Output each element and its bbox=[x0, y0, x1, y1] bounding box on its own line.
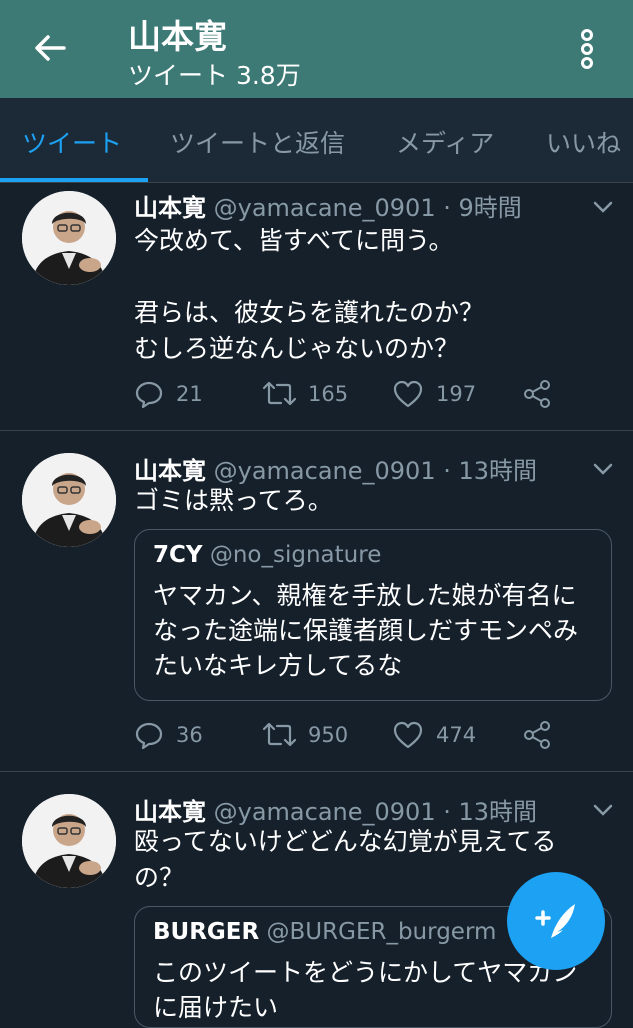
share-icon bbox=[524, 721, 550, 749]
tweet-time: · 13時間 bbox=[443, 798, 538, 826]
quoted-tweet[interactable]: 7CY @no_signature ヤマカン、親権を手放した娘が有名になった途端… bbox=[134, 529, 612, 701]
quoted-tweet-header: 7CY @no_signature bbox=[153, 542, 381, 568]
tab-tweets-and-replies[interactable]: ツイートと返信 bbox=[170, 124, 345, 160]
share-button[interactable] bbox=[522, 718, 564, 752]
retweet-count: 165 bbox=[308, 382, 349, 406]
tweet-time: · 13時間 bbox=[443, 457, 538, 485]
avatar[interactable] bbox=[22, 191, 116, 285]
avatar[interactable] bbox=[22, 794, 116, 888]
compose-tweet-button[interactable] bbox=[507, 872, 605, 970]
retweet-count: 950 bbox=[308, 723, 349, 747]
tweet-menu-button[interactable] bbox=[592, 461, 614, 475]
reply-button[interactable]: 36 bbox=[134, 718, 203, 752]
avatar[interactable] bbox=[22, 453, 116, 547]
tweet-author-name[interactable]: 山本寛 bbox=[134, 194, 206, 222]
tweet-author-handle[interactable]: @yamacane_0901 bbox=[214, 457, 436, 485]
retweet-icon bbox=[262, 722, 296, 747]
heart-icon bbox=[393, 380, 423, 408]
like-button[interactable]: 197 bbox=[392, 377, 476, 411]
like-count: 197 bbox=[436, 382, 477, 406]
retweet-button[interactable]: 165 bbox=[262, 377, 348, 411]
tweet-text: 今改めて、皆すべてに問う。 君らは、彼女らを護れたのか？ むしろ逆なんじゃないの… bbox=[134, 226, 485, 363]
reply-icon bbox=[135, 381, 163, 409]
like-count: 474 bbox=[436, 723, 477, 747]
chevron-down-icon bbox=[593, 201, 613, 213]
tweet-actions: 36 950 474 bbox=[134, 718, 614, 752]
tweet-author-handle[interactable]: @yamacane_0901 bbox=[214, 194, 436, 222]
quoted-author-handle: @BURGER_burgerm bbox=[266, 919, 497, 945]
tweet-menu-button[interactable] bbox=[592, 199, 614, 213]
tab-tweets[interactable]: ツイート bbox=[22, 124, 122, 160]
heart-icon bbox=[393, 721, 423, 749]
tab-likes[interactable]: いいね bbox=[546, 124, 621, 160]
tweet-header: 山本寛 @yamacane_0901 · 13時間 bbox=[134, 792, 537, 827]
reply-count: 36 bbox=[176, 723, 203, 747]
compose-tweet-icon bbox=[535, 904, 575, 938]
quoted-tweet-text: ヤマカン、親権を手放した娘が有名になった途端に保護者顔しだすモンペみたいなキレ方… bbox=[153, 581, 579, 680]
tweet-header: 山本寛 @yamacane_0901 · 13時間 bbox=[134, 451, 537, 486]
quoted-author-handle: @no_signature bbox=[209, 542, 382, 568]
chevron-down-icon bbox=[593, 463, 613, 475]
back-button[interactable] bbox=[28, 26, 72, 70]
tweet-author-name[interactable]: 山本寛 bbox=[134, 457, 206, 485]
tweet-item[interactable]: 山本寛 @yamacane_0901 · 13時間 ゴミは黙ってろ。 7CY @… bbox=[0, 431, 633, 772]
quoted-author-name: BURGER bbox=[153, 919, 260, 945]
profile-name: 山本寛 bbox=[128, 17, 227, 56]
tweet-time: · 9時間 bbox=[443, 194, 522, 222]
retweet-button[interactable]: 950 bbox=[262, 718, 348, 752]
tweet-count: ツイート 3.8万 bbox=[128, 61, 301, 90]
tweet-text: ゴミは黙ってろ。 bbox=[134, 486, 333, 515]
tweet-author-handle[interactable]: @yamacane_0901 bbox=[214, 798, 436, 826]
tab-media[interactable]: メディア bbox=[396, 124, 494, 160]
chevron-down-icon bbox=[593, 804, 613, 816]
quoted-tweet-header: BURGER @BURGER_burgerm bbox=[153, 919, 496, 945]
share-button[interactable] bbox=[522, 377, 564, 411]
more-options-button[interactable] bbox=[570, 26, 604, 72]
tweet-actions: 21 165 197 bbox=[134, 377, 614, 411]
arrow-left-icon bbox=[35, 35, 66, 61]
tweet-item[interactable]: 山本寛 @yamacane_0901 · 9時間 今改めて、皆すべてに問う。 君… bbox=[0, 183, 633, 431]
more-vertical-icon bbox=[581, 29, 593, 69]
profile-tabs: ツイート ツイートと返信 メディア いいね bbox=[0, 98, 633, 182]
quoted-author-name: 7CY bbox=[153, 542, 203, 568]
tweet-author-name[interactable]: 山本寛 bbox=[134, 798, 206, 826]
retweet-icon bbox=[262, 381, 296, 406]
reply-count: 21 bbox=[176, 382, 203, 406]
profile-header: 山本寛 ツイート 3.8万 bbox=[0, 0, 633, 98]
like-button[interactable]: 474 bbox=[392, 718, 476, 752]
reply-icon bbox=[135, 722, 163, 750]
reply-button[interactable]: 21 bbox=[134, 377, 203, 411]
tweet-header: 山本寛 @yamacane_0901 · 9時間 bbox=[134, 188, 522, 223]
tweet-menu-button[interactable] bbox=[592, 802, 614, 816]
share-icon bbox=[524, 380, 550, 408]
